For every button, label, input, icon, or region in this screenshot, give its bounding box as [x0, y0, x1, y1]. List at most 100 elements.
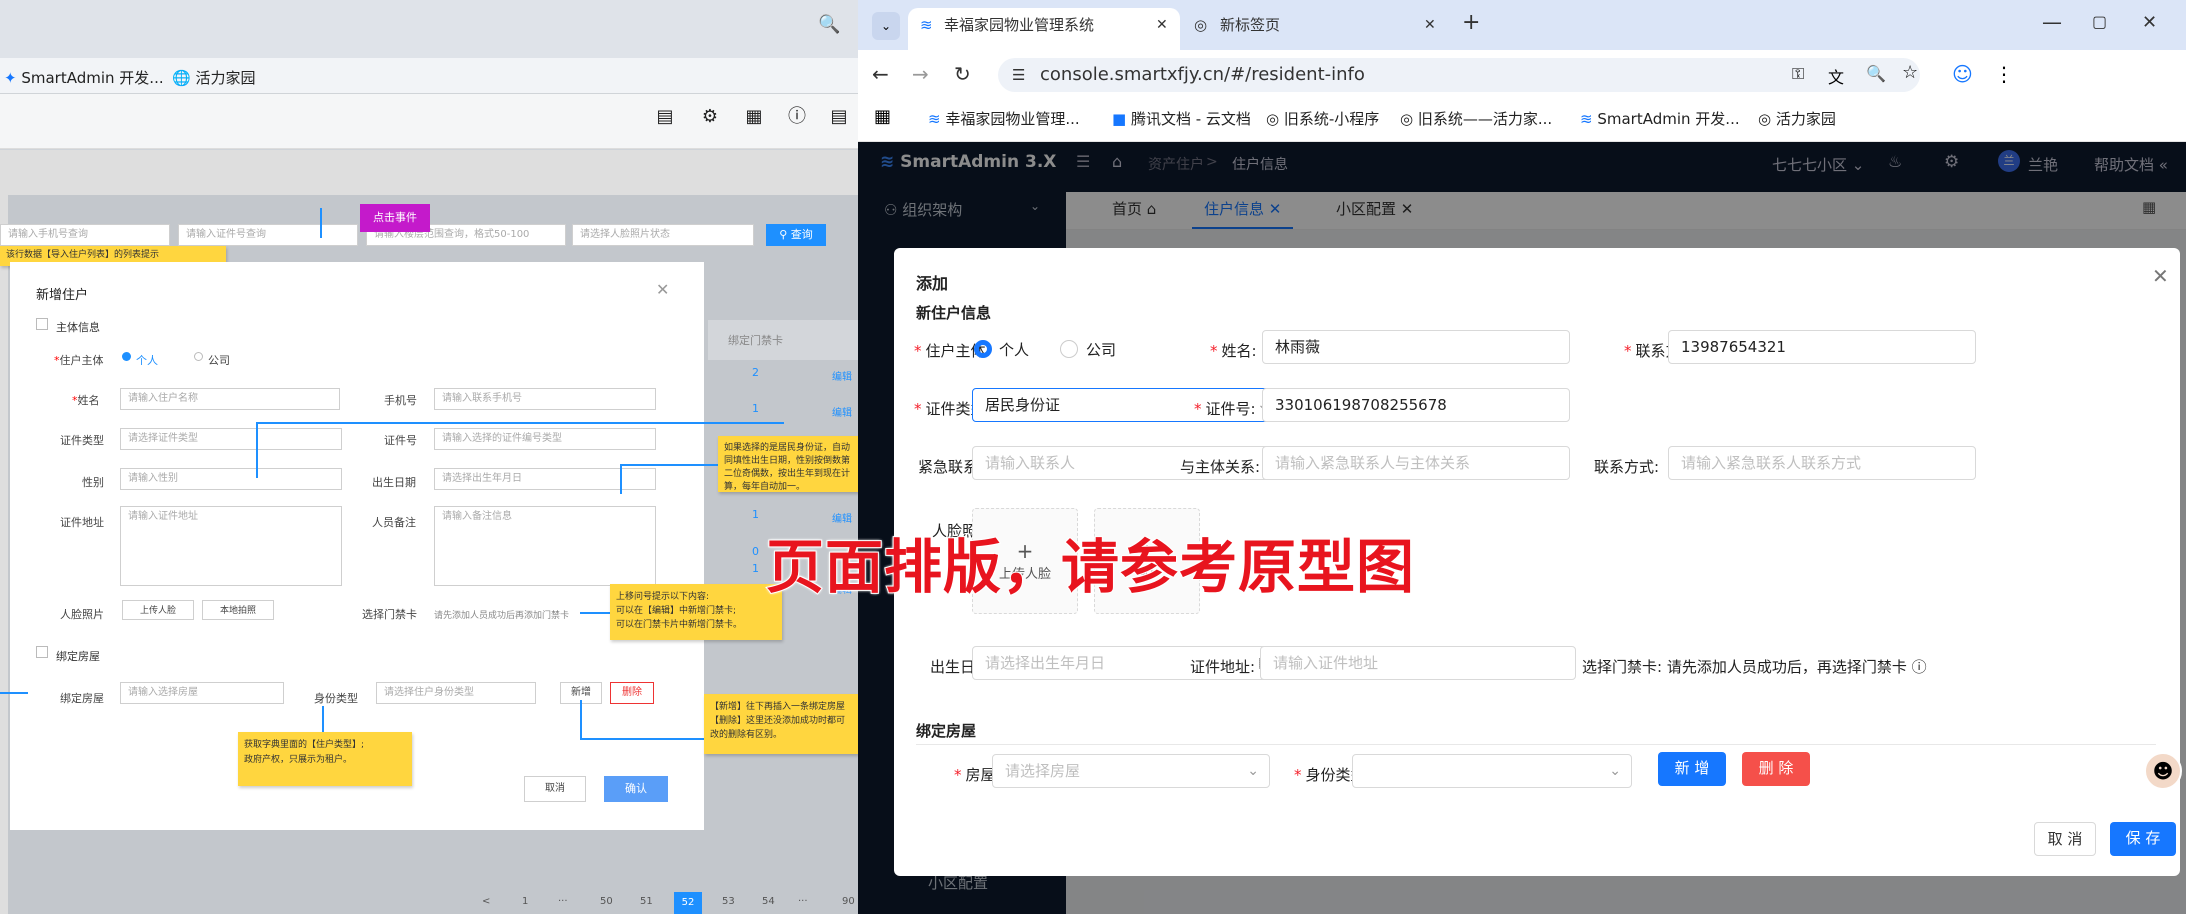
- chrome-icon: ◎: [1194, 16, 1208, 34]
- bookmark-item[interactable]: ◎ 旧系统——活力家...: [1400, 108, 1552, 129]
- proto-label-name: *姓名: [72, 394, 100, 407]
- grid-icon[interactable]: ▦: [743, 106, 765, 128]
- add-house-button[interactable]: 新 增: [1658, 752, 1726, 786]
- pager-item-active: 52: [674, 892, 702, 914]
- proto-label-subject: *住户主体: [54, 354, 104, 367]
- proto-input-name: 请输入住户名称: [120, 388, 340, 410]
- globe-icon: ◎: [1758, 110, 1772, 128]
- identity-type-select[interactable]: ⌄: [1352, 754, 1632, 788]
- pager-item: <: [482, 896, 491, 907]
- tab-close-icon[interactable]: ✕: [1424, 8, 1436, 42]
- radio-company[interactable]: [1060, 340, 1078, 358]
- proto-col-value: 1: [752, 402, 759, 415]
- zoom-icon[interactable]: 🔍: [1866, 64, 1886, 83]
- chevron-down-icon: ⌄: [1609, 763, 1621, 779]
- star-icon[interactable]: ☆: [1902, 62, 1918, 83]
- proto-label-gender: 性别: [82, 476, 104, 489]
- proto-note-house: 【新增】往下再插入一条绑定房屋 【删除】这里还没添加成功时都可改的删除有区别。: [704, 694, 858, 754]
- translate-icon[interactable]: 文: [1828, 64, 1844, 88]
- back-icon[interactable]: ←: [872, 62, 889, 86]
- maximize-icon[interactable]: ▢: [2092, 12, 2107, 31]
- proto-btn-cancel: 取消: [524, 776, 586, 802]
- proto-search-button: ⚲ 查询: [766, 224, 826, 246]
- proto-event-tag: 点击事件: [360, 204, 430, 232]
- globe-icon: ◎: [1400, 110, 1414, 128]
- bookmark-item[interactable]: ◎ 活力家园: [1758, 108, 1836, 129]
- gear-icon[interactable]: ⚙: [699, 106, 721, 128]
- proto-edit-link: 编辑: [832, 372, 852, 383]
- proto-col-value: 2: [752, 366, 759, 379]
- left-bookmark-smartadmin[interactable]: ✦ SmartAdmin 开发...: [4, 67, 164, 88]
- name-input[interactable]: 林雨薇: [1262, 330, 1570, 364]
- proto-search-id: 请输入证件号查询: [178, 224, 358, 246]
- proto-btn-ok: 确认: [604, 776, 668, 802]
- proto-dialog-title: 新增住户: [36, 288, 89, 303]
- proto-textarea-addr: 请输入证件地址: [120, 506, 342, 586]
- emergency-contact-input[interactable]: 请输入紧急联系人联系方式: [1668, 446, 1976, 480]
- bookmark-item[interactable]: ■ 腾讯文档 - 云文档: [1112, 108, 1251, 129]
- overlay-annotation-text: 页面排版，请参考原型图: [765, 532, 1416, 602]
- pager-item: 50: [600, 896, 613, 907]
- key-icon[interactable]: ⚿: [1792, 64, 1804, 84]
- proto-select-idtype: 请选择证件类型: [120, 428, 342, 450]
- assistant-avatar[interactable]: ☻: [2144, 752, 2182, 790]
- close-icon: ✕: [656, 280, 670, 299]
- globe-icon: ◎: [1266, 110, 1280, 128]
- browser-tab-newtab[interactable]: ◎ 新标签页 ✕: [1184, 8, 1444, 50]
- browser-tab-active[interactable]: ≋ 幸福家园物业管理系统 ✕: [908, 8, 1180, 50]
- bookmark-item[interactable]: ◎ 旧系统-小程序: [1266, 108, 1379, 129]
- forward-icon[interactable]: →: [912, 62, 929, 86]
- map-icon[interactable]: ▤: [654, 106, 676, 128]
- proto-col-value: 1: [752, 562, 759, 575]
- proto-label-remark: 人员备注: [372, 516, 416, 529]
- left-window: 🔍 ✦ SmartAdmin 开发... 🌐 活力家园 ▤ ⚙ ▦ ⓘ ▤ 请输…: [0, 0, 858, 914]
- address-input[interactable]: 请输入证件地址: [1260, 646, 1576, 680]
- proto-col-header: 绑定门禁卡: [728, 334, 783, 347]
- bookmark-item[interactable]: ≋ 幸福家园物业管理...: [928, 108, 1080, 129]
- relation-input[interactable]: 请输入紧急联系人与主体关系: [1262, 446, 1570, 480]
- left-bookmark-vitality[interactable]: 🌐 活力家园: [172, 67, 255, 88]
- proto-textarea-remark: 请输入备注信息: [434, 506, 656, 586]
- bookmark-icon: ≋: [928, 110, 941, 128]
- reload-icon[interactable]: ↻: [954, 62, 971, 86]
- proto-label-birth: 出生日期: [372, 476, 416, 489]
- radio-company-label: 公司: [1086, 341, 1117, 359]
- proto-note-card: 上移问号提示以下内容: 可以在【编辑】中新增门禁卡; 可以在门禁卡片中新增门禁卡…: [610, 584, 782, 640]
- minimize-icon[interactable]: —: [2042, 10, 2062, 34]
- proto-note-idcard: 如果选择的是居民身份证，自动同填性出生日期，性别按倒数第二位奇偶数，按出生年到现…: [718, 436, 858, 492]
- proto-label-house: 绑定房屋: [60, 692, 104, 705]
- tab-search-chevron-icon[interactable]: ⌄: [872, 12, 900, 40]
- proto-checkbox: [36, 646, 48, 658]
- bookmark-icon: ✦: [4, 69, 17, 87]
- proto-section-main: 主体信息: [56, 321, 100, 334]
- more-icon[interactable]: ⋮: [1994, 62, 2014, 86]
- tab-close-icon[interactable]: ✕: [1156, 8, 1168, 42]
- proto-radio-dot: [122, 352, 131, 361]
- house-select[interactable]: 请选择房屋 ⌄: [992, 754, 1270, 788]
- annotation-line: [256, 422, 784, 424]
- question-icon[interactable]: ⓘ: [1912, 658, 1927, 676]
- proto-search-phone: 请输入手机号查询: [0, 224, 170, 246]
- search-icon: ⚲: [779, 228, 788, 241]
- cancel-button[interactable]: 取 消: [2034, 822, 2096, 856]
- profile-icon[interactable]: ☺: [1952, 62, 1973, 86]
- bookmark-item[interactable]: ≋ SmartAdmin 开发...: [1580, 108, 1740, 129]
- apps-grid-icon[interactable]: ▦: [874, 106, 891, 127]
- pager-item: 1: [522, 896, 529, 907]
- url-field[interactable]: ☰ console.smartxfjy.cn/#/resident-info: [998, 58, 1920, 92]
- new-tab-icon[interactable]: +: [1462, 10, 1480, 35]
- phone-input[interactable]: 13987654321: [1668, 330, 1976, 364]
- site-info-icon[interactable]: ☰: [1012, 58, 1025, 92]
- proto-card-tip: 请先添加人员成功后再添加门禁卡: [434, 611, 570, 621]
- proto-col-value: 0: [752, 545, 759, 558]
- delete-house-button[interactable]: 删 除: [1742, 752, 1810, 786]
- doc-icon[interactable]: ▤: [828, 106, 850, 128]
- radio-person-selected[interactable]: [974, 340, 992, 358]
- info-icon[interactable]: ⓘ: [786, 106, 808, 128]
- close-icon[interactable]: ✕: [2152, 264, 2169, 288]
- window-close-icon[interactable]: ✕: [2142, 12, 2157, 33]
- save-button[interactable]: 保 存: [2110, 822, 2176, 856]
- zoom-icon[interactable]: 🔍: [818, 14, 840, 35]
- chevron-down-icon: ⌄: [1247, 763, 1259, 779]
- idno-input[interactable]: 330106198708255678: [1262, 388, 1570, 422]
